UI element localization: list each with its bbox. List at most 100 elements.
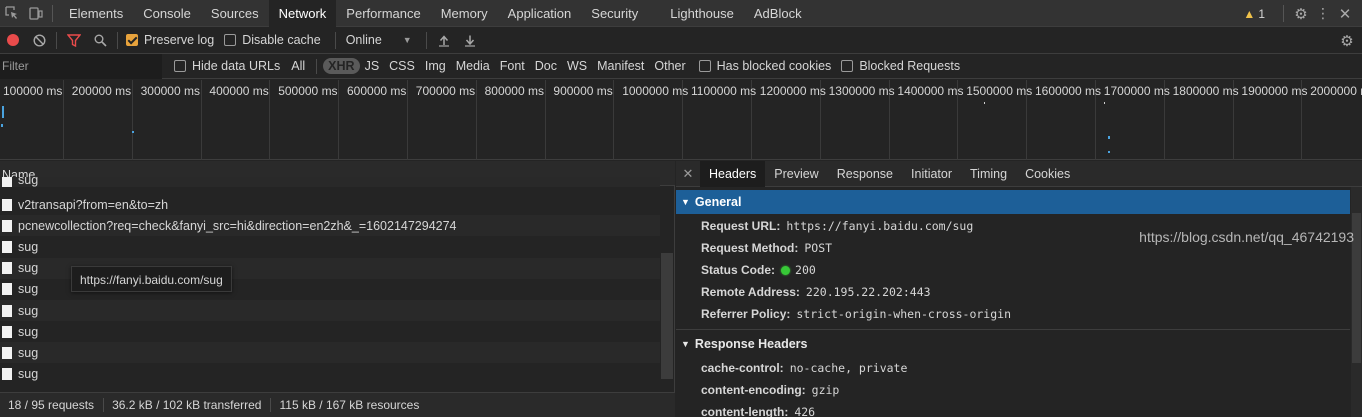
- has-blocked-cookies-checkbox[interactable]: Has blocked cookies: [698, 59, 831, 73]
- request-row[interactable]: sug: [0, 321, 660, 342]
- tab-timing[interactable]: Timing: [961, 161, 1016, 187]
- request-row[interactable]: pcnewcollection?req=check&fanyi_src=hi&d…: [0, 215, 660, 237]
- overview-tick-line: [407, 80, 408, 160]
- request-row[interactable]: sug: [0, 236, 660, 257]
- settings-gear-icon[interactable]: ⚙: [1290, 5, 1312, 23]
- remote-address-row: Remote Address: 220.195.22.202:443: [701, 282, 931, 302]
- record-icon[interactable]: [0, 27, 26, 54]
- tab-console[interactable]: Console: [133, 0, 201, 27]
- filter-input[interactable]: Filter: [0, 53, 162, 79]
- disable-cache-box[interactable]: [224, 34, 237, 46]
- request-method-row: Request Method: POST: [701, 238, 832, 258]
- tab-performance[interactable]: Performance: [336, 0, 430, 27]
- preserve-log-label: Preserve log: [144, 33, 215, 47]
- chevron-down-icon: ▼: [402, 35, 412, 45]
- close-details-icon[interactable]: ✕: [676, 166, 700, 182]
- filter-type-xhr[interactable]: XHR: [323, 58, 360, 74]
- request-name: sug: [18, 261, 39, 276]
- url-tooltip: https://fanyi.baidu.com/sug: [71, 266, 232, 292]
- document-icon: [2, 325, 12, 338]
- general-section-header[interactable]: ▼ General: [676, 190, 1350, 214]
- cache-control-row: cache-control: no-cache, private: [701, 358, 907, 378]
- filter-type-all[interactable]: All: [286, 58, 310, 74]
- overview-tick-line: [475, 80, 477, 160]
- hide-data-urls-box[interactable]: [174, 60, 186, 72]
- filter-type-media[interactable]: Media: [451, 58, 495, 74]
- referrer-policy-row: Referrer Policy: strict-origin-when-cros…: [701, 304, 1011, 324]
- tab-cookies[interactable]: Cookies: [1016, 161, 1079, 187]
- document-icon: [2, 368, 12, 381]
- device-toolbar-icon[interactable]: [24, 0, 48, 27]
- preserve-log-checkbox[interactable]: Preserve log: [126, 33, 214, 47]
- request-url-row: Request URL: https://fanyi.baidu.com/sug: [701, 216, 973, 236]
- tab-adblock[interactable]: AdBlock: [744, 0, 812, 27]
- overview-tick-label: 1900000 ms: [1241, 84, 1308, 98]
- tab-initiator[interactable]: Initiator: [902, 161, 961, 187]
- network-overview-timeline[interactable]: 100000 ms 200000 ms 300000 ms 400000 ms 5000…: [0, 80, 1362, 160]
- filter-type-font[interactable]: Font: [495, 58, 530, 74]
- filter-type-other[interactable]: Other: [649, 58, 690, 74]
- request-row[interactable]: sug: [0, 364, 660, 385]
- tab-application[interactable]: Application: [498, 0, 582, 27]
- request-count: 18 / 95 requests: [0, 398, 105, 412]
- content-encoding-value: gzip: [811, 383, 840, 397]
- tab-headers[interactable]: Headers: [700, 160, 766, 187]
- warning-icon: ▲: [1243, 6, 1256, 21]
- search-icon[interactable]: [87, 27, 113, 54]
- request-list-scrollbar[interactable]: [661, 253, 673, 379]
- throttling-select[interactable]: Online ▼: [340, 33, 416, 47]
- filter-type-ws[interactable]: WS: [562, 58, 592, 74]
- tab-preview[interactable]: Preview: [765, 161, 827, 187]
- warnings-counter[interactable]: ▲ 1: [1243, 7, 1265, 21]
- filter-type-img[interactable]: Img: [420, 58, 451, 74]
- details-scrollbar[interactable]: [1351, 187, 1362, 417]
- filter-type-manifest[interactable]: Manifest: [592, 58, 649, 74]
- tab-lighthouse[interactable]: Lighthouse: [660, 0, 744, 27]
- blocked-requests-checkbox[interactable]: Blocked Requests: [841, 59, 960, 73]
- has-blocked-cookies-box[interactable]: [698, 60, 711, 72]
- inspect-element-icon[interactable]: [0, 0, 24, 27]
- overview-request-mark: [2, 106, 4, 118]
- tab-elements[interactable]: Elements: [59, 0, 133, 27]
- request-row[interactable]: sug: [0, 300, 660, 321]
- overview-request-mark: [1104, 102, 1105, 104]
- overview-tick-label: 1100000 ms: [691, 84, 757, 98]
- overview-tick-label: 200000 ms: [71, 84, 132, 98]
- import-icon[interactable]: [431, 27, 457, 54]
- expand-triangle-icon: ▼: [681, 197, 690, 207]
- tab-network[interactable]: Network: [268, 0, 337, 27]
- overview-tick-line: [544, 80, 546, 160]
- overview-tick-line: [269, 80, 271, 160]
- filter-type-js[interactable]: JS: [360, 58, 385, 74]
- overview-tick-label: 100000 ms: [3, 84, 63, 98]
- overview-tick-label: 1700000 ms: [1103, 84, 1170, 98]
- tab-security[interactable]: Security: [581, 0, 648, 27]
- overview-tick-label: 1500000 ms: [966, 84, 1033, 98]
- request-row[interactable]: sug: [0, 342, 660, 364]
- more-vertical-icon[interactable]: ⋮: [1312, 5, 1334, 22]
- tab-response[interactable]: Response: [828, 161, 902, 187]
- blocked-requests-box[interactable]: [841, 60, 854, 72]
- hide-data-urls-checkbox[interactable]: Hide data URLs: [174, 59, 280, 73]
- request-row[interactable]: sug: [0, 177, 660, 187]
- filter-icon[interactable]: [61, 27, 87, 54]
- filter-type-doc[interactable]: Doc: [530, 58, 562, 74]
- preserve-log-box[interactable]: [126, 34, 138, 46]
- request-row[interactable]: v2transapi?from=en&to=zh: [0, 194, 660, 215]
- request-name: sug: [18, 303, 39, 318]
- filter-type-css[interactable]: CSS: [384, 58, 420, 74]
- export-icon[interactable]: [457, 27, 483, 54]
- overview-request-mark: [1108, 136, 1110, 139]
- tab-sources[interactable]: Sources: [201, 0, 269, 27]
- close-icon[interactable]: ✕: [1334, 5, 1356, 23]
- watermark-text: https://blog.csdn.net/qq_46742193: [1139, 229, 1354, 245]
- status-code-label: Status Code:: [701, 263, 776, 277]
- tab-memory[interactable]: Memory: [431, 0, 498, 27]
- response-headers-section-header[interactable]: ▼ Response Headers: [676, 332, 1350, 356]
- request-method-value: POST: [804, 241, 833, 255]
- disable-cache-checkbox[interactable]: Disable cache: [224, 33, 321, 47]
- document-icon: [2, 283, 12, 296]
- overview-tick-label: 1800000 ms: [1172, 84, 1239, 98]
- network-settings-icon[interactable]: ⚙: [1334, 27, 1360, 54]
- clear-icon[interactable]: [26, 27, 52, 54]
